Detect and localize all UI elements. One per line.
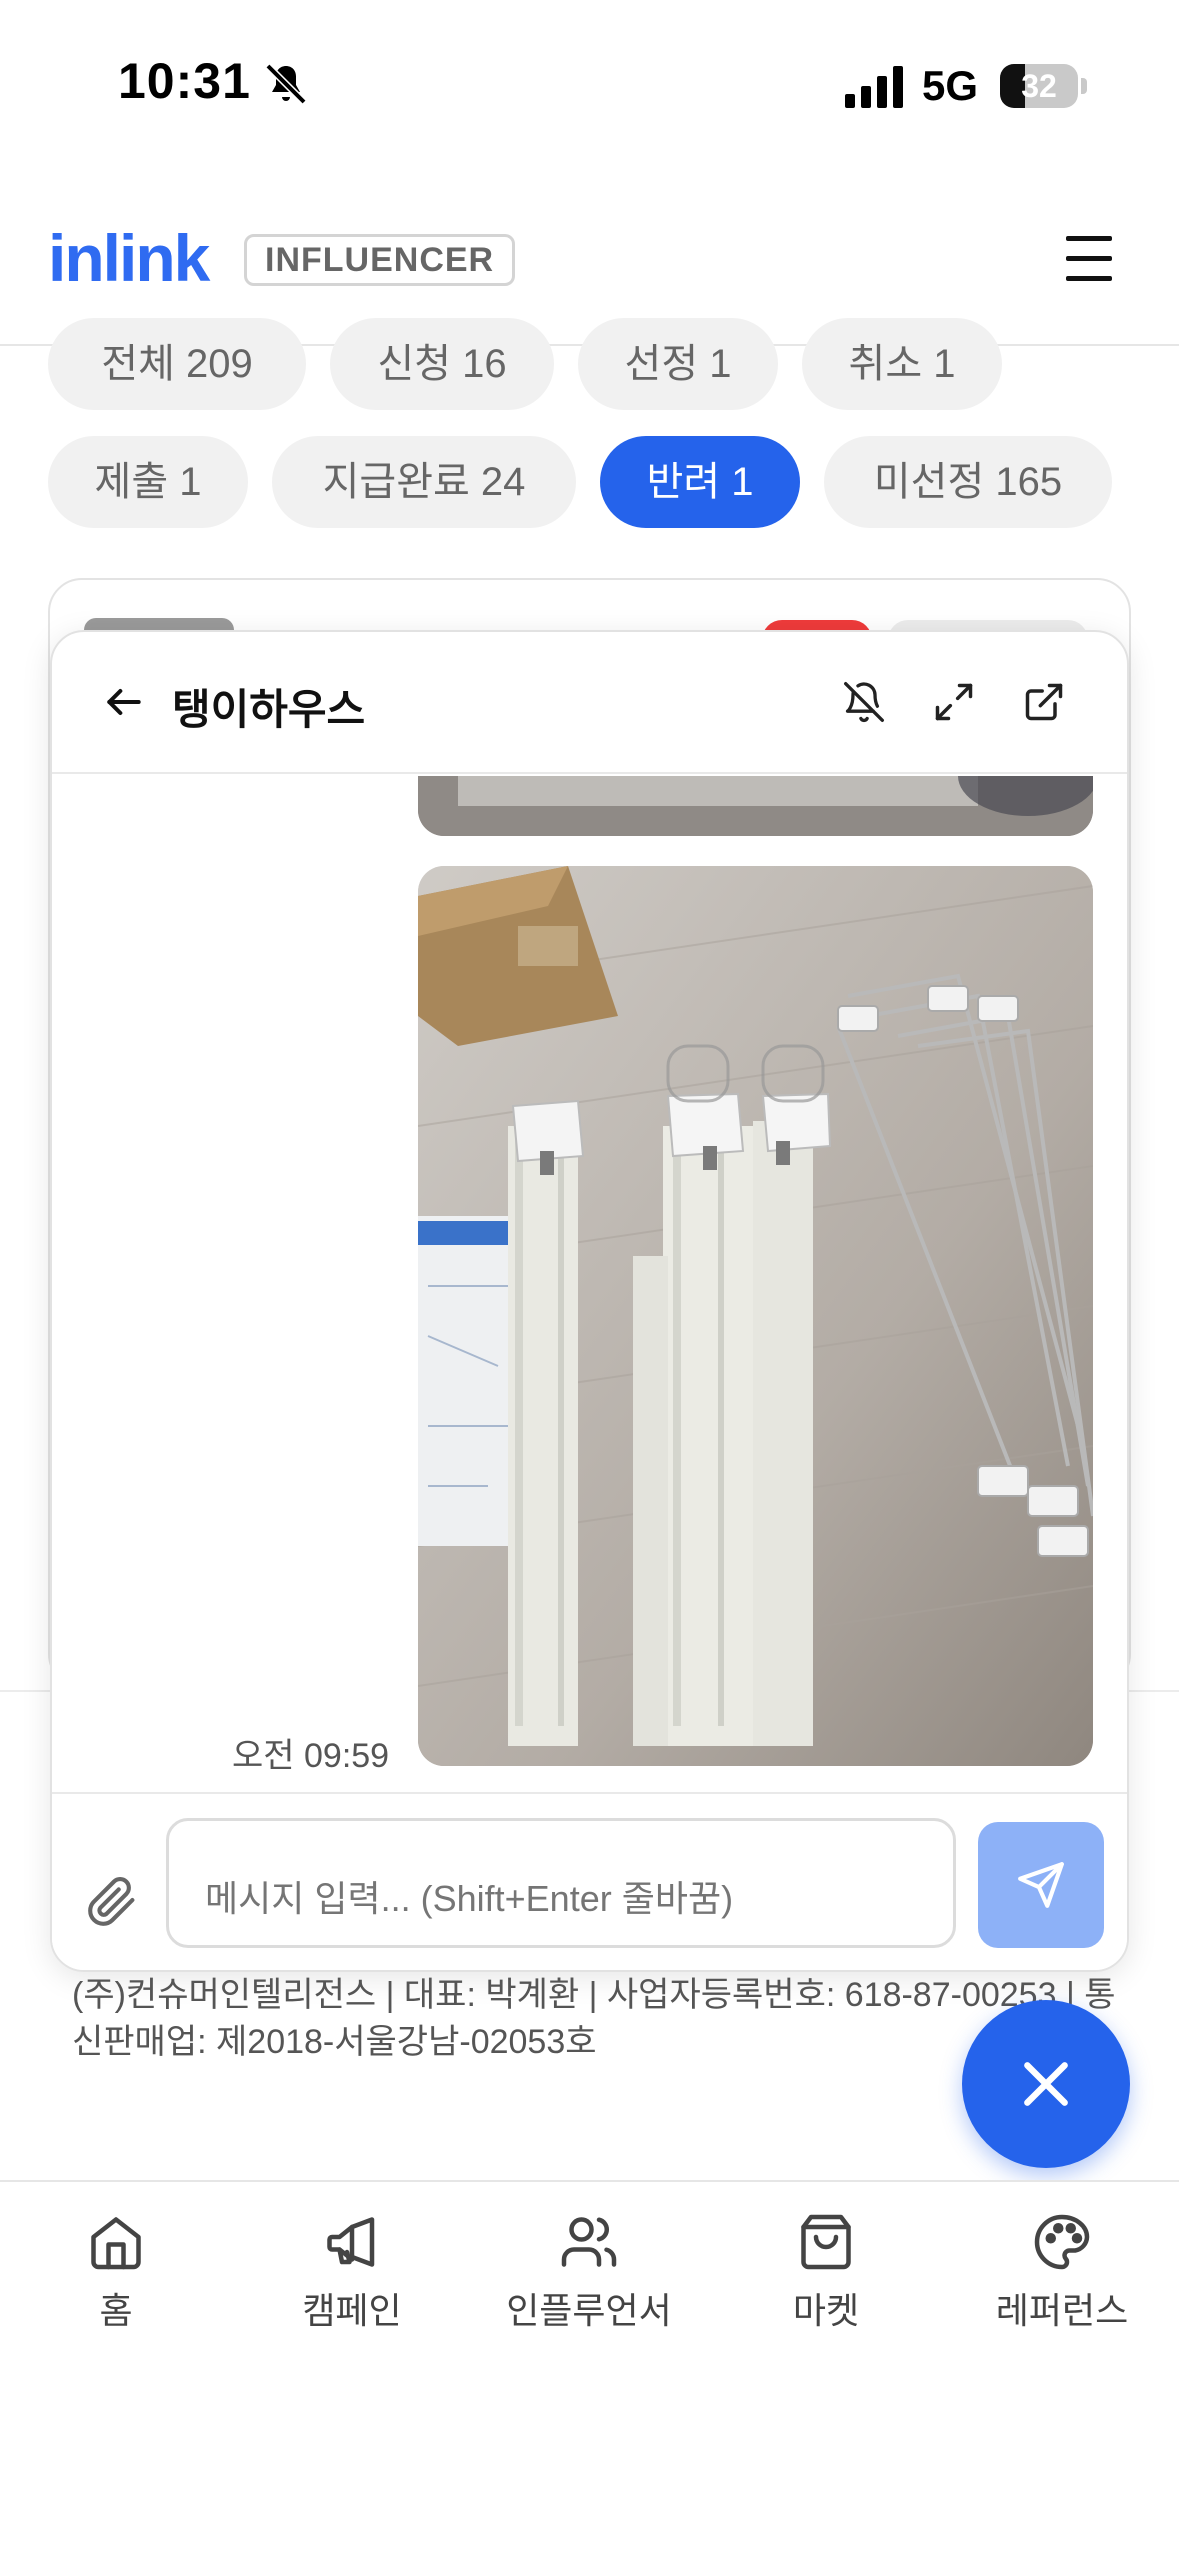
battery-level: 32 xyxy=(1021,68,1057,104)
menu-line xyxy=(1066,256,1112,261)
nav-label: 홈 xyxy=(99,2290,133,2331)
filter-chip-all[interactable]: 전체 209 xyxy=(48,318,306,410)
send-button[interactable] xyxy=(978,1822,1104,1948)
filter-chip-rejected[interactable]: 반려 1 xyxy=(600,436,800,528)
nav-item-reference[interactable]: 레퍼런스 xyxy=(962,2212,1162,2342)
photo-content xyxy=(418,866,1093,1766)
nav-item-influencer[interactable]: 인플루언서 xyxy=(489,2212,689,2342)
palette-icon xyxy=(1034,2214,1090,2270)
chat-input-bar xyxy=(52,1792,1127,1970)
nav-label: 인플루언서 xyxy=(506,2290,672,2331)
menu-line xyxy=(1066,276,1112,281)
chat-title: 탱이하우스 xyxy=(172,686,366,733)
nav-item-home[interactable]: 홈 xyxy=(16,2212,216,2342)
message-timestamp: 오전 09:59 xyxy=(232,1737,390,1775)
status-time: 10:31 xyxy=(118,53,251,109)
nav-label: 캠페인 xyxy=(302,2290,402,2331)
bell-off-icon[interactable] xyxy=(842,680,886,724)
photo-content xyxy=(418,776,1093,836)
battery-icon: 32 xyxy=(1000,64,1078,108)
arrow-left-icon[interactable] xyxy=(102,680,146,724)
logo[interactable]: inlink xyxy=(48,220,210,296)
external-link-icon[interactable] xyxy=(1022,680,1066,724)
nav-label: 마켓 xyxy=(792,2290,860,2331)
close-icon xyxy=(1024,2062,1068,2106)
filter-chip-not-selected[interactable]: 미선정 165 xyxy=(824,436,1112,528)
company-info: (주)컨슈머인텔리전스 | 대표: 박계환 | 사업자등록번호: 618-87-… xyxy=(72,1976,1116,2061)
filter-chip-applied[interactable]: 신청 16 xyxy=(330,318,554,410)
home-icon xyxy=(91,2217,141,2270)
message-input[interactable] xyxy=(166,1818,956,1948)
cellular-signal-icon xyxy=(845,66,903,108)
close-chat-button[interactable] xyxy=(962,2000,1130,2168)
bottom-nav: 홈 캠페인 인플루언서 마켓 레퍼런스 xyxy=(0,2180,1179,2556)
menu-button[interactable] xyxy=(1066,236,1116,282)
filter-chip-selected[interactable]: 선정 1 xyxy=(578,318,778,410)
battery-cap xyxy=(1081,78,1087,94)
nav-label: 레퍼런스 xyxy=(995,2290,1129,2331)
nav-item-campaign[interactable]: 캠페인 xyxy=(252,2212,452,2342)
shopping-bag-icon xyxy=(801,2214,851,2270)
expand-icon[interactable] xyxy=(932,680,976,724)
message-image[interactable] xyxy=(418,776,1093,836)
role-badge: INFLUENCER xyxy=(244,234,516,286)
message-image[interactable] xyxy=(418,866,1093,1766)
filter-chip-cancelled[interactable]: 취소 1 xyxy=(802,318,1002,410)
nav-item-market[interactable]: 마켓 xyxy=(726,2212,926,2342)
filter-chip-paid[interactable]: 지급완료 24 xyxy=(272,436,576,528)
bell-muted-icon xyxy=(265,63,307,105)
app-header: inlink INFLUENCER xyxy=(0,150,1179,346)
send-icon xyxy=(1018,1862,1064,1908)
message-list[interactable]: 오전 09:59 xyxy=(52,776,1127,1776)
chat-panel: 탱이하우스 오전 09:59 메시지 입력... (Shift+Enter 줄바… xyxy=(50,630,1129,1972)
menu-line xyxy=(1066,236,1112,241)
status-bar: 10:31 5G 32 xyxy=(0,0,1179,150)
users-icon xyxy=(561,2217,617,2267)
network-type: 5G xyxy=(922,62,979,109)
paperclip-icon[interactable] xyxy=(86,1876,138,1928)
megaphone-icon xyxy=(327,2217,375,2267)
filter-chip-submitted[interactable]: 제출 1 xyxy=(48,436,248,528)
chat-header: 탱이하우스 xyxy=(52,632,1127,774)
